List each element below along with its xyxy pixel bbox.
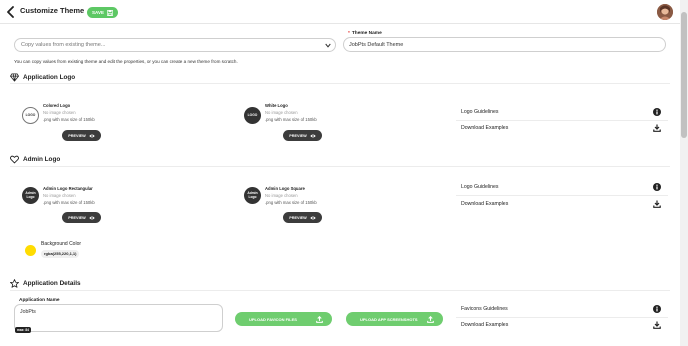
colored-logo-preview-button[interactable]: PREVIEW [62, 130, 101, 141]
white-logo-placeholder: LOGO [244, 107, 261, 124]
application-logo-heading: Application Logo [10, 73, 75, 82]
preview-label: PREVIEW [68, 215, 86, 220]
info-icon[interactable] [653, 305, 661, 313]
upload-icon [427, 315, 434, 323]
eye-icon [89, 216, 95, 219]
scrollbar-thumb[interactable] [681, 12, 687, 138]
app-name-label: Application Name [19, 298, 60, 303]
admin-logo-heading: Admin Logo [10, 155, 60, 164]
white-logo-status: No image chosen [265, 110, 298, 115]
application-details-heading-text: Application Details [23, 280, 81, 287]
colored-logo-placeholder: LOGO [22, 107, 39, 124]
admin-logo-heading-text: Admin Logo [23, 156, 61, 163]
application-details-heading: Application Details [10, 279, 81, 288]
chevron-down-icon [325, 43, 331, 48]
app-name-value: JobPts [20, 309, 36, 315]
colored-logo-size-hint: .png with max size of 150kb [43, 117, 95, 122]
save-button[interactable]: SAVE [87, 7, 118, 18]
admin-logo-square-size-hint: .png with max size of 150kb [265, 200, 317, 205]
upload-icon [316, 315, 323, 323]
admin-logo-rectangular-placeholder: Admin Logo [22, 187, 39, 204]
heart-icon [10, 155, 19, 164]
admin-logo-rectangular-size-hint: .png with max size of 150kb [43, 200, 95, 205]
avatar-image [657, 4, 673, 20]
admin-logo-guidelines-row[interactable]: Logo Guidelines [461, 181, 661, 195]
info-icon[interactable] [653, 183, 661, 191]
logo-guidelines-label: Logo Guidelines [461, 109, 499, 115]
details-download-examples-label: Download Examples [461, 322, 509, 328]
white-logo-size-hint: .png with max size of 150kb [265, 117, 317, 122]
colored-logo-status: No image chosen [43, 110, 76, 115]
white-logo-title: White Logo [265, 103, 288, 108]
eye-icon [89, 134, 95, 137]
max-length-badge: max: 84 [15, 327, 31, 333]
admin-logo-guidelines-label: Logo Guidelines [461, 184, 499, 190]
theme-name-label-text: Theme Name [351, 31, 382, 36]
preview-label: PREVIEW [68, 133, 86, 138]
admin-logo-square-preview-button[interactable]: PREVIEW [283, 212, 322, 223]
upload-screenshots-button[interactable]: UPLOAD APP SCREENSHOTS [346, 312, 443, 326]
divider [456, 120, 668, 121]
admin-download-examples-row[interactable]: Download Examples [461, 198, 661, 212]
admin-download-examples-label: Download Examples [461, 201, 509, 207]
upload-screenshots-label: UPLOAD APP SCREENSHOTS [360, 316, 418, 322]
download-icon[interactable] [653, 321, 661, 329]
page-title: Customize Theme [20, 6, 85, 15]
upload-favicon-button[interactable]: UPLOAD FAVICON FILES [235, 312, 332, 326]
divider [456, 195, 668, 196]
save-button-label: SAVE [92, 10, 104, 15]
favicons-guidelines-label: Favicons Guidelines [461, 306, 508, 312]
theme-name-input[interactable] [343, 37, 666, 52]
copy-theme-placeholder: Copy values from existing theme... [21, 42, 106, 48]
back-arrow-icon[interactable] [6, 6, 16, 18]
background-color-value[interactable]: rgba(255,220,1,1) [41, 250, 80, 258]
logo-guidelines-row[interactable]: Logo Guidelines [461, 106, 661, 120]
admin-logo-square-placeholder: Admin Logo [244, 187, 261, 204]
top-bar: Customize Theme SAVE [0, 0, 680, 24]
divider [10, 166, 670, 167]
diamond-icon [10, 73, 19, 82]
background-color-label: Background Color [41, 241, 82, 247]
divider [456, 317, 668, 318]
save-icon [106, 9, 113, 16]
download-examples-row[interactable]: Download Examples [461, 122, 661, 136]
admin-logo-square-status: No image chosen [265, 193, 298, 198]
page-scrollbar[interactable] [680, 0, 688, 346]
details-download-examples-row[interactable]: Download Examples [461, 319, 661, 333]
admin-logo-square-title: Admin Logo Square [265, 186, 305, 191]
admin-logo-rectangular-status: No image chosen [43, 193, 76, 198]
info-icon[interactable] [653, 108, 661, 116]
divider [10, 290, 670, 291]
admin-logo-rectangular-title: Admin Logo Rectangular [43, 186, 93, 191]
colored-logo-title: Colored Logo [43, 103, 71, 108]
eye-icon [310, 134, 316, 137]
copy-theme-select[interactable]: Copy values from existing theme... [14, 38, 336, 52]
required-mark: * [348, 31, 350, 36]
download-icon[interactable] [653, 200, 661, 208]
eye-icon [310, 216, 316, 219]
upload-favicon-label: UPLOAD FAVICON FILES [249, 316, 297, 322]
star-icon [10, 279, 19, 288]
admin-logo-rectangular-preview-button[interactable]: PREVIEW [62, 212, 101, 223]
download-icon[interactable] [653, 124, 661, 132]
background-color-swatch[interactable] [25, 245, 36, 256]
copy-theme-help-text: You can copy values from existing theme … [14, 59, 238, 64]
app-name-textarea[interactable]: JobPts [14, 304, 223, 332]
white-logo-preview-button[interactable]: PREVIEW [283, 130, 322, 141]
preview-label: PREVIEW [289, 133, 307, 138]
divider [10, 83, 670, 84]
application-logo-heading-text: Application Logo [23, 74, 76, 81]
theme-name-label: * Theme Name [348, 31, 382, 36]
download-examples-label: Download Examples [461, 125, 509, 131]
avatar[interactable] [657, 4, 673, 20]
favicons-guidelines-row[interactable]: Favicons Guidelines [461, 303, 661, 317]
preview-label: PREVIEW [289, 215, 307, 220]
